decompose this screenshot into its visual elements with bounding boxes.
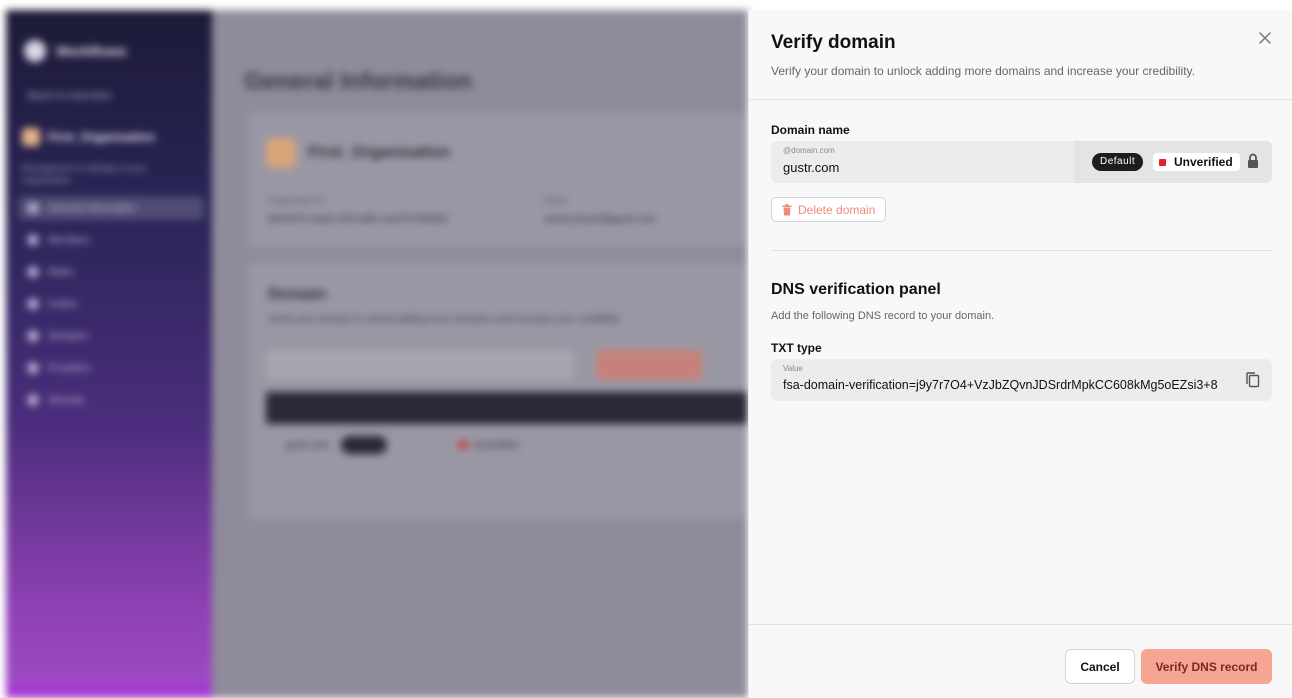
logo-icon — [24, 40, 46, 62]
sidebar-item-label: Roles — [48, 266, 74, 278]
plug-icon — [28, 363, 38, 373]
sidebar-item-general: General Information — [18, 196, 204, 220]
row-domain: gustr.com — [286, 439, 330, 451]
org-avatar — [266, 138, 296, 168]
drawer-subtitle: Verify your domain to unlock adding more… — [771, 64, 1195, 78]
sidebar: Workflows Back to overview First_Organis… — [6, 10, 212, 698]
txt-type-label: TXT type — [771, 341, 822, 355]
domain-field-value: gustr.com — [783, 160, 840, 175]
sidebar-item-label: Members — [48, 234, 90, 246]
shield-icon — [28, 395, 38, 405]
status-badge-text: Unverified — [1174, 155, 1233, 169]
info-icon — [28, 203, 38, 213]
drawer-title: Verify domain — [771, 32, 896, 53]
globe-icon — [28, 331, 38, 341]
sidebar-item-invites: Invites — [18, 292, 204, 316]
domain-card-description: Verify your domain to unlock adding more… — [268, 314, 622, 325]
domain-search-input — [266, 350, 574, 380]
sidebar-footer — [6, 684, 212, 698]
sidebar-org: First_Organisation — [22, 128, 155, 146]
delete-domain-label: Delete domain — [798, 202, 876, 217]
mail-icon — [28, 299, 38, 309]
back-link: Back to overview — [28, 90, 112, 102]
logo-text: Workflows — [56, 43, 127, 59]
roles-icon — [28, 267, 38, 277]
status-badge: Unverified — [1153, 153, 1240, 171]
sidebar-item-roles: Roles — [18, 260, 204, 284]
org-id-label: Organisation ID — [268, 196, 324, 205]
org-card: First_Organisation Organisation ID 6b0cf… — [248, 114, 748, 246]
close-button[interactable] — [1255, 28, 1275, 48]
table-header — [266, 392, 748, 424]
sidebar-item-members: Members — [18, 228, 204, 252]
sidebar-item-label: Domains — [48, 330, 88, 342]
trash-icon — [782, 203, 792, 215]
sidebar-item-label: Security — [48, 394, 85, 406]
domain-name-label: Domain name — [771, 123, 850, 137]
owner-value: ashley.bryant@gustr.com — [544, 214, 657, 225]
status-dot-icon — [1159, 158, 1166, 166]
drawer-header: Verify domain Verify your domain to unlo… — [749, 10, 1292, 100]
cancel-button[interactable]: Cancel — [1065, 649, 1135, 684]
txt-value: fsa-domain-verification=j9y7r7O4+VzJbZQv… — [783, 378, 1218, 392]
org-avatar — [22, 128, 40, 146]
lock-icon — [1248, 153, 1258, 168]
domain-card: Domain Verify your domain to unlock addi… — [248, 262, 748, 518]
txt-value-field[interactable]: Value fsa-domain-verification=j9y7r7O4+V… — [771, 359, 1272, 401]
org-subtitle: Management & settings of your organisati… — [22, 163, 147, 185]
add-domain-button — [596, 350, 702, 380]
users-icon — [28, 235, 38, 245]
dns-panel-description: Add the following DNS record to your dom… — [771, 310, 995, 322]
verify-dns-record-button[interactable]: Verify DNS record — [1141, 649, 1272, 684]
default-badge: Default — [1092, 153, 1144, 171]
status-dot-icon — [459, 441, 468, 449]
copy-icon[interactable] — [1245, 371, 1261, 389]
sidebar-item-security: Security — [18, 388, 204, 412]
row-status: Unverified — [459, 440, 518, 451]
sidebar-item-label: General Information — [48, 202, 137, 214]
domain-card-title: Domain — [268, 286, 327, 303]
sidebar-item-label: Providers — [48, 362, 91, 374]
close-icon — [1259, 32, 1271, 44]
org-name: First_Organisation — [48, 130, 155, 144]
dns-panel-title: DNS verification panel — [771, 281, 941, 298]
verify-domain-drawer: Verify domain Verify your domain to unlo… — [748, 10, 1292, 698]
row-default-badge — [341, 436, 388, 454]
domain-badges: Default Unverified — [1074, 141, 1272, 183]
sidebar-item-providers: Providers — [18, 356, 204, 380]
txt-value-mini-label: Value — [783, 364, 803, 373]
drawer-footer: Cancel Verify DNS record — [749, 624, 1292, 698]
domain-name-field: @domain.com gustr.com Default Unverified — [771, 141, 1272, 183]
table-row: gustr.com Unverified — [266, 428, 748, 462]
sidebar-item-label: Invites — [48, 298, 77, 310]
delete-domain-button[interactable]: Delete domain — [771, 197, 887, 222]
org-id-value: 6b0cf07e-8a6e-4f2f-a9b1-ae37b70f0bbd — [268, 214, 448, 225]
page-title: General Information — [244, 68, 473, 95]
domain-field-mini-label: @domain.com — [783, 146, 835, 155]
row-status-text: Unverified — [473, 439, 519, 451]
sidebar-logo: Workflows — [24, 40, 144, 62]
sidebar-item-domains: Domains — [18, 324, 204, 348]
divider — [771, 250, 1272, 251]
org-card-name: First_Organisation — [308, 144, 451, 161]
org-header: First_Organisation — [266, 138, 450, 168]
owner-label: Owner — [544, 196, 568, 205]
